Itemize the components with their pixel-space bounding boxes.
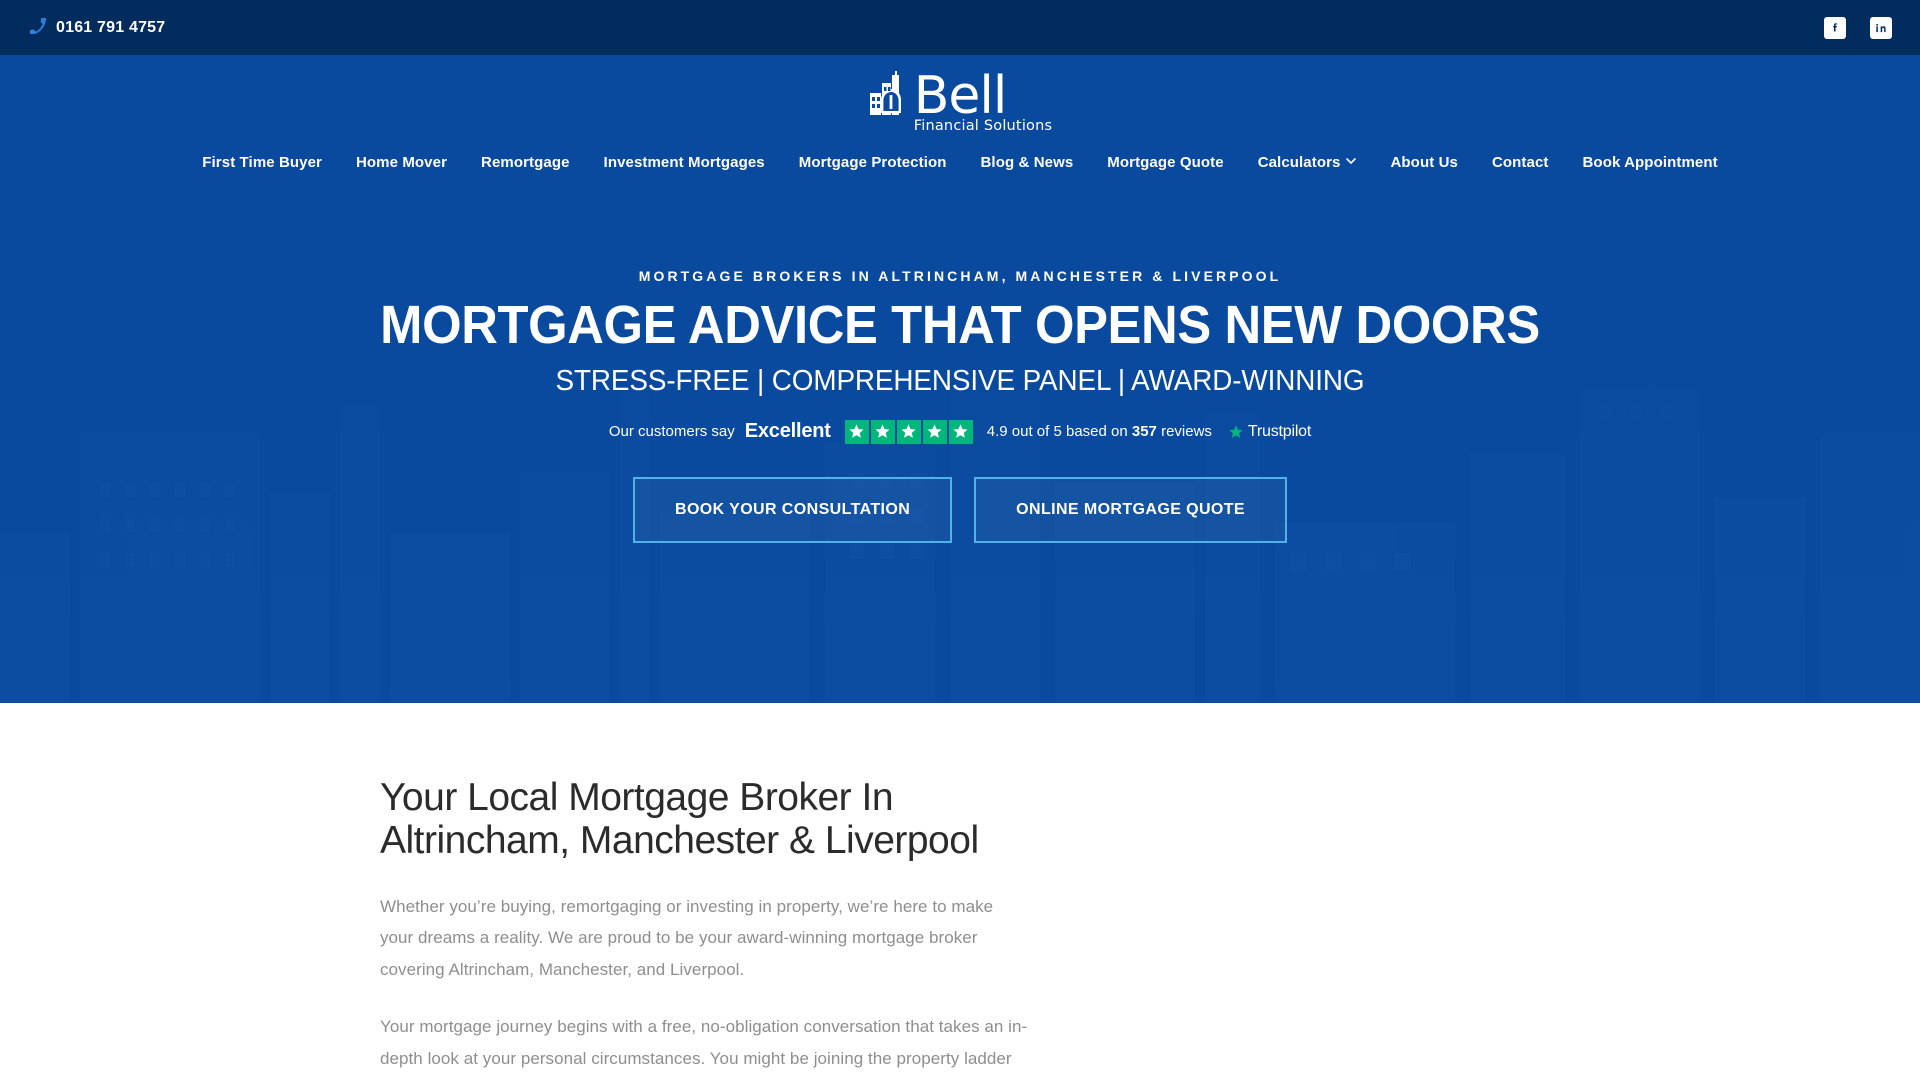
trustpilot-brand-label: Trustpilot [1247,422,1312,440]
site-logo[interactable]: Bell Financial Solutions [868,66,1053,134]
logo-area: Bell Financial Solutions [0,55,1920,134]
nav-label: Calculators [1257,153,1341,171]
nav-label: Contact [1491,153,1549,171]
trustpilot-rating-word: Excellent [744,420,831,443]
trustpilot-widget[interactable]: Our customers say Excellent 4.9 out of 5… [0,419,1920,444]
nav-item-remortgage[interactable]: Remortgage [464,148,587,177]
linkedin-icon[interactable] [1870,16,1892,39]
star-icon [922,419,947,444]
facebook-icon[interactable] [1824,16,1846,39]
intro-section: Your Local Mortgage Broker In Altrincham… [0,703,1920,1074]
trustpilot-logo: Trustpilot [1228,423,1311,441]
section-paragraph: Whether you’re buying, remortgaging or i… [380,896,994,979]
bell-building-logo-icon [868,71,914,129]
nav-item-mortgage-protection[interactable]: Mortgage Protection [782,148,964,177]
nav-item-about-us[interactable]: About Us [1373,148,1474,177]
phone-icon [29,16,46,38]
trustpilot-score-suffix: reviews [1156,423,1212,441]
social-links [1824,16,1892,39]
nav-item-book-appointment[interactable]: Book Appointment [1566,148,1735,177]
nav-item-investment-mortgages[interactable]: Investment Mortgages [587,148,782,177]
trustpilot-score-prefix: 4.9 out of 5 based on [986,423,1132,441]
nav-label: First Time Buyer [202,153,322,171]
nav-label: Remortgage [481,153,570,171]
star-icon [870,419,895,444]
hero-eyebrow: MORTGAGE BROKERS IN ALTRINCHAM, MANCHEST… [638,267,1282,284]
book-consultation-button[interactable]: BOOK YOUR CONSULTATION [632,476,953,543]
hero-cta-row: BOOK YOUR CONSULTATION ONLINE MORTGAGE Q… [0,476,1920,543]
hero-title: MORTGAGE ADVICE THAT OPENS NEW DOORS [380,294,1540,355]
nav-item-mortgage-quote[interactable]: Mortgage Quote [1090,148,1240,177]
nav-label: Investment Mortgages [603,153,765,171]
nav-label: Home Mover [355,153,448,171]
trustpilot-prefix: Our customers say [608,423,735,441]
trustpilot-review-count: 357 [1131,423,1157,441]
phone-number: 0161 791 4757 [56,18,166,36]
nav-label: Mortgage Protection [798,153,947,171]
trustpilot-stars [844,419,973,444]
nav-item-calculators[interactable]: Calculators [1241,148,1374,177]
section-title: Your Local Mortgage Broker In Altrincham… [380,776,979,862]
online-mortgage-quote-button[interactable]: ONLINE MORTGAGE QUOTE [974,476,1288,543]
logo-wordmark: Bell [913,66,1008,126]
chevron-down-icon [1346,158,1357,168]
top-utility-bar: 0161 791 4757 [0,0,1920,55]
logo-tagline: Financial Solutions [913,117,1053,134]
star-icon [948,419,973,444]
nav-item-first-time-buyer[interactable]: First Time Buyer [185,148,339,177]
nav-label: Mortgage Quote [1107,153,1224,171]
nav-label: Blog & News [980,153,1074,171]
nav-item-home-mover[interactable]: Home Mover [339,148,464,177]
star-icon [896,419,921,444]
hero-subtitle: STRESS-FREE | COMPREHENSIVE PANEL | AWAR… [555,364,1365,397]
nav-label: About Us [1390,153,1458,171]
main-navigation: First Time Buyer Home Mover Remortgage I… [0,148,1920,177]
section-paragraph: Your mortgage journey begins with a free… [380,1017,1028,1068]
nav-item-contact[interactable]: Contact [1475,148,1566,177]
nav-label: Book Appointment [1582,153,1718,171]
trustpilot-score-line: 4.9 out of 5 based on 357 reviews [987,423,1212,440]
nav-item-blog-news[interactable]: Blog & News [964,148,1091,177]
trustpilot-star-icon [1228,424,1244,440]
phone-link[interactable]: 0161 791 4757 [29,16,166,38]
star-icon [844,419,869,444]
hero-section: Bell Financial Solutions First Time Buye… [0,55,1920,703]
